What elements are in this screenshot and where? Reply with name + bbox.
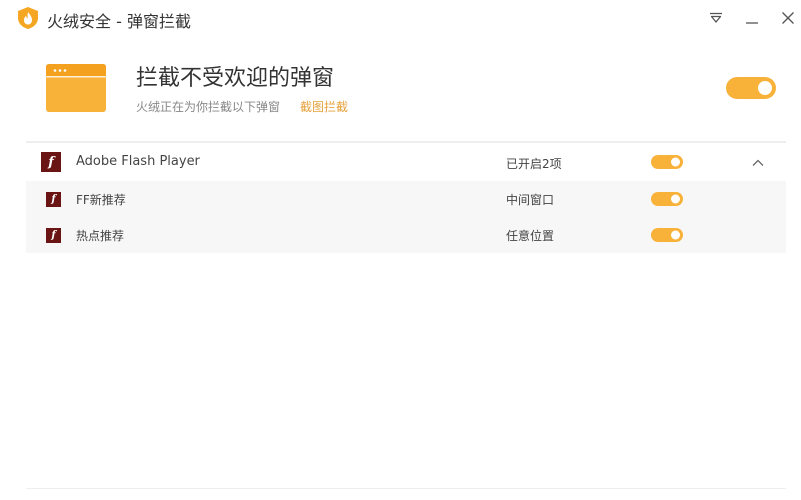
list-item-name: 热点推荐 bbox=[76, 229, 125, 243]
minimize-icon[interactable] bbox=[740, 6, 764, 30]
flash-icon: f bbox=[41, 152, 61, 172]
list-item-status: 任意位置 bbox=[506, 229, 555, 243]
toggle-knob bbox=[671, 230, 680, 240]
list-group-adobe-flash-player[interactable]: f Adobe Flash Player 已开启2项 bbox=[26, 143, 786, 181]
page-title: 拦截不受欢迎的弹窗 bbox=[136, 66, 335, 91]
item-toggle[interactable] bbox=[651, 192, 683, 206]
toggle-knob bbox=[671, 157, 680, 167]
master-popup-block-toggle[interactable] bbox=[726, 77, 776, 99]
chevron-up-icon[interactable] bbox=[750, 155, 766, 169]
page-subtitle: 火绒正在为你拦截以下弹窗 bbox=[136, 100, 281, 114]
divider bbox=[26, 488, 786, 489]
list-item-status: 中间窗口 bbox=[506, 193, 555, 207]
toggle-knob bbox=[671, 194, 680, 204]
screenshot-intercept-link[interactable]: 截图拦截 bbox=[300, 98, 348, 115]
list-group-name: Adobe Flash Player bbox=[76, 154, 200, 169]
item-toggle[interactable] bbox=[651, 228, 683, 242]
dropdown-menu-icon[interactable] bbox=[704, 6, 728, 30]
flame-shield-icon bbox=[18, 7, 38, 29]
list-item-name: FF新推荐 bbox=[76, 193, 126, 207]
flash-icon: f bbox=[46, 228, 61, 243]
browser-window-icon bbox=[46, 64, 106, 112]
close-icon[interactable] bbox=[776, 6, 800, 30]
list-group-status: 已开启2项 bbox=[506, 157, 562, 171]
group-toggle[interactable] bbox=[651, 155, 683, 169]
title-bar: 火绒安全 - 弹窗拦截 bbox=[0, 0, 801, 36]
popup-intercept-list: f Adobe Flash Player 已开启2项 f FF新推荐 中间窗口 … bbox=[26, 143, 786, 253]
flash-icon: f bbox=[46, 192, 61, 207]
window-title: 火绒安全 - 弹窗拦截 bbox=[47, 12, 191, 31]
toggle-knob bbox=[758, 81, 772, 95]
list-item[interactable]: f 热点推荐 任意位置 bbox=[26, 217, 786, 253]
list-item[interactable]: f FF新推荐 中间窗口 bbox=[26, 181, 786, 217]
